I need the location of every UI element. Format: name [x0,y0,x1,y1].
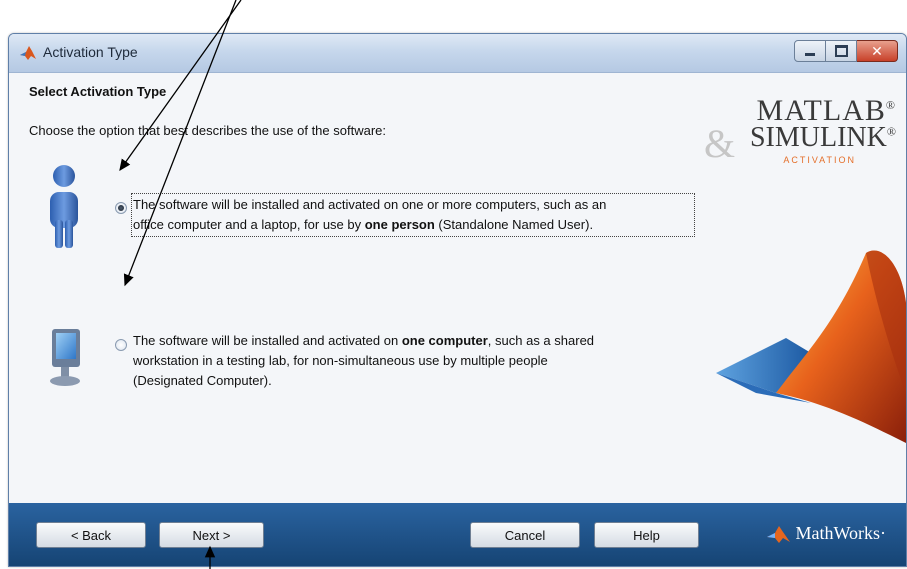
window-title: Activation Type [43,44,138,60]
option-designated-line2: workstation in a testing lab, for non-si… [133,353,548,368]
dialog-content: Select Activation Type Choose the option… [9,73,906,503]
activation-dialog: Activation Type ✕ Select Activation Type… [8,33,907,567]
instruction-text: Choose the option that best describes th… [29,123,386,138]
radio-designated-computer[interactable] [115,339,127,351]
maximize-button[interactable] [826,40,857,62]
computer-icon [50,329,80,386]
button-bar: < Back Next > Cancel Help MathWorks· [9,503,906,566]
matlab-membrane-logo [716,250,906,443]
title-bar[interactable]: Activation Type ✕ [9,34,906,73]
minimize-button[interactable] [794,40,826,62]
page-heading: Select Activation Type [29,84,167,99]
mathworks-logo: MathWorks· [767,523,886,544]
mathworks-membrane-icon [767,525,791,543]
maximize-icon [834,45,848,57]
close-button[interactable]: ✕ [857,40,898,62]
back-button[interactable]: < Back [36,522,146,548]
logo-simulink: & SIMULINK® [704,121,896,166]
radio-standalone-user[interactable] [115,202,127,214]
option-standalone-label[interactable]: The software will be installed and activ… [131,193,695,237]
person-icon [50,165,78,248]
logo-ampersand: & [704,121,736,166]
option-designated-label[interactable]: The software will be installed and activ… [133,331,693,391]
option-standalone-line1: The software will be installed and activ… [133,197,607,212]
window-controls: ✕ [794,40,898,62]
cancel-button[interactable]: Cancel [470,522,580,548]
help-button[interactable]: Help [594,522,699,548]
minimize-icon [805,52,815,56]
matlab-icon [20,46,36,60]
next-button[interactable]: Next > [159,522,264,548]
option-standalone-line2: office computer and a laptop, for use by… [133,217,594,232]
option-designated-line1: The software will be installed and activ… [133,333,595,348]
matlab-simulink-logo: MATLAB® & SIMULINK® ACTIVATION [704,96,896,166]
mathworks-wordmark: MathWorks· [795,523,886,543]
option-designated-line3: (Designated Computer). [133,373,272,388]
close-icon: ✕ [871,43,883,59]
